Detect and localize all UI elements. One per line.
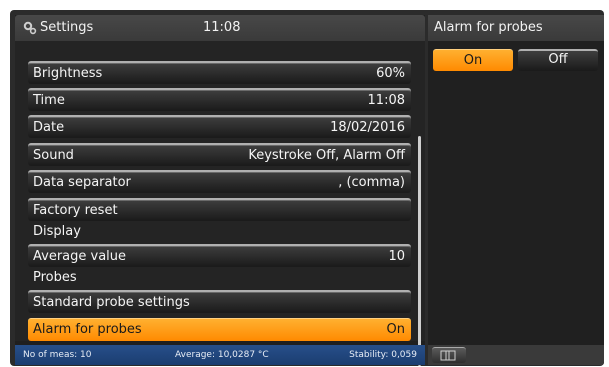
row-value: 18/02/2016 — [330, 120, 405, 135]
row-label: Brightness — [33, 66, 103, 81]
stability-reading: Stability: 0,059 — [349, 350, 417, 360]
gear-icon — [23, 21, 37, 35]
brightness-row[interactable]: Brightness 60% — [28, 61, 411, 84]
settings-title: Settings — [40, 20, 94, 35]
row-label: Factory reset — [33, 203, 118, 218]
settings-list: Brightness 60% Time 11:08 Date 18/02/201… — [15, 41, 425, 366]
row-value: , (comma) — [338, 175, 405, 190]
alarm-panel: Alarm for probes On Off — [428, 15, 604, 365]
row-label: Time — [33, 93, 65, 108]
row-label: Standard probe settings — [33, 295, 190, 310]
device-screen: Settings 11:08 Brightness 60% Time 11:08… — [10, 10, 604, 366]
back-icon — [440, 350, 456, 361]
back-button[interactable] — [432, 347, 466, 363]
section-label: Probes — [33, 270, 77, 285]
on-button[interactable]: On — [433, 49, 513, 71]
average-value-row[interactable]: Average value 10 — [28, 244, 411, 267]
factory-reset-row[interactable]: Factory reset — [28, 198, 411, 221]
row-label: Date — [33, 120, 65, 135]
settings-header: Settings 11:08 — [15, 15, 425, 41]
section-label: Display — [33, 224, 81, 239]
display-section-header: Display — [28, 221, 411, 244]
alarm-panel-footer — [428, 345, 604, 365]
row-value: 11:08 — [367, 93, 405, 108]
row-label: Data separator — [33, 175, 131, 190]
row-value: Keystroke Off, Alarm Off — [248, 148, 405, 163]
scrollbar[interactable] — [418, 136, 421, 366]
row-value: 10 — [388, 249, 405, 264]
meas-count: No of meas: 10 — [23, 350, 92, 360]
standard-probe-settings-row[interactable]: Standard probe settings — [28, 290, 411, 313]
alarm-panel-title: Alarm for probes — [434, 20, 543, 35]
settings-panel: Settings 11:08 Brightness 60% Time 11:08… — [15, 15, 425, 366]
alarm-for-probes-row[interactable]: Alarm for probes On — [28, 318, 411, 341]
row-label: Alarm for probes — [33, 322, 142, 337]
alarm-panel-header: Alarm for probes — [428, 15, 604, 41]
row-label: Sound — [33, 148, 74, 163]
sound-row[interactable]: Sound Keystroke Off, Alarm Off — [28, 143, 411, 166]
row-value: On — [386, 322, 405, 337]
row-label: Average value — [33, 249, 127, 264]
time-row[interactable]: Time 11:08 — [28, 88, 411, 111]
status-bar: No of meas: 10 Average: 10,0287 °C Stabi… — [15, 345, 425, 365]
data-separator-row[interactable]: Data separator , (comma) — [28, 170, 411, 193]
header-clock: 11:08 — [203, 20, 241, 35]
off-button[interactable]: Off — [518, 49, 598, 71]
average-reading: Average: 10,0287 °C — [175, 350, 269, 360]
probes-section-header: Probes — [28, 267, 411, 290]
date-row[interactable]: Date 18/02/2016 — [28, 115, 411, 138]
row-value: 60% — [376, 66, 405, 81]
